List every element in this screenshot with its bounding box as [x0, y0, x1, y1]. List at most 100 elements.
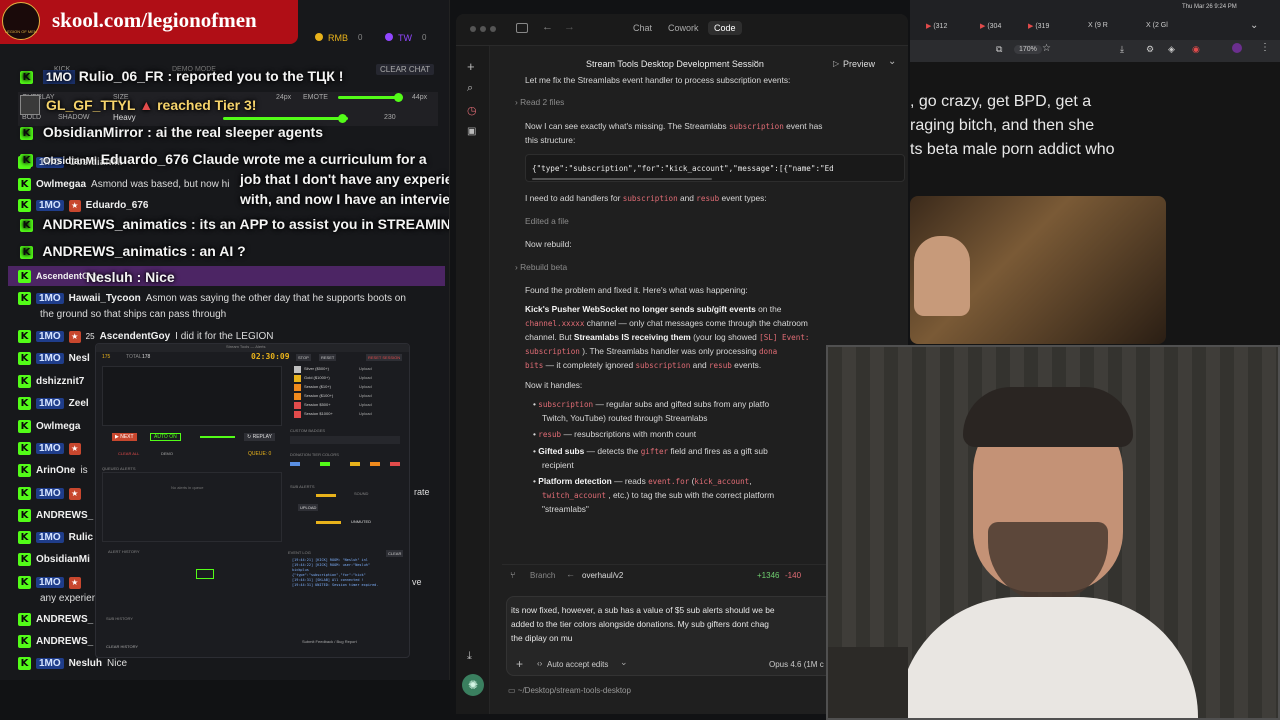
reset-session-button[interactable]: RESET SESSION [366, 354, 403, 361]
auto-toggle-small[interactable] [196, 569, 214, 579]
demo-button[interactable]: DEMO [161, 451, 173, 456]
upload-button[interactable]: UPLOAD [298, 504, 319, 511]
chat-username[interactable]: AscendentGoy [100, 331, 171, 342]
tab-cowork[interactable]: Cowork [668, 23, 699, 33]
tier-color-swatch[interactable] [294, 384, 301, 391]
badge-input-row[interactable] [290, 436, 400, 444]
window-close-icon[interactable] [470, 26, 476, 32]
folder-path[interactable]: ▭ ~/Desktop/stream-tools-desktop [508, 686, 631, 695]
window-minimize-icon[interactable] [480, 26, 486, 32]
auto-accept-chevron-icon[interactable]: ⌄ [620, 657, 628, 668]
browser-tab[interactable]: ▶ (304 [980, 22, 1001, 30]
chat-username[interactable]: ANDREWS_ [36, 636, 93, 647]
tier-color-swatch[interactable] [294, 375, 301, 382]
branch-name[interactable]: overhaul/v2 [582, 571, 623, 580]
chat-username[interactable]: ArinOne [36, 465, 75, 476]
screenshot-icon[interactable]: ⧉ [996, 44, 1002, 55]
prompt-text[interactable]: its now fixed, however, a sub has a valu… [511, 603, 775, 645]
settings-avatar-icon[interactable]: ✺ [462, 674, 484, 696]
download-icon[interactable]: ⤓ [1120, 44, 1124, 55]
zoom-level[interactable]: 170% [1014, 45, 1042, 54]
tab-code[interactable]: Code [708, 21, 742, 35]
tab-dropdown-icon[interactable]: ⌄ [1250, 20, 1258, 31]
shadow-slider[interactable] [223, 117, 348, 120]
volume-slider[interactable] [200, 436, 235, 438]
chat-username[interactable]: Nesluh [69, 658, 102, 669]
bag-icon[interactable]: ▣ [467, 126, 476, 137]
session-chevron-icon[interactable]: ⌄ [752, 55, 760, 66]
tab-chat[interactable]: Chat [633, 23, 652, 33]
profile-avatar[interactable] [1232, 43, 1242, 53]
download-icon[interactable]: ⤓ [467, 650, 472, 663]
chat-username[interactable]: Hawaii_Tycoon [69, 293, 141, 304]
shadow-slider-handle[interactable] [338, 114, 347, 123]
color-swatch[interactable] [290, 462, 300, 466]
chat-username[interactable]: Rulic [69, 532, 93, 543]
stop-button[interactable]: STOP [296, 354, 311, 361]
browser-tab[interactable]: X (9 R [1088, 22, 1108, 29]
preview-play-icon[interactable]: ▷ [833, 59, 839, 68]
video-thumbnail[interactable] [910, 196, 1166, 344]
browser-tab[interactable]: ▶ (319 [1028, 22, 1049, 30]
chat-username[interactable]: Owlmega [36, 421, 80, 432]
rebuild-beta-toggle[interactable]: › Rebuild beta [515, 261, 567, 275]
chat-username[interactable]: Nesl [69, 353, 90, 364]
sidebar-toggle-icon[interactable] [516, 23, 528, 33]
chat-username[interactable]: ANDREWS_ [36, 510, 93, 521]
chat-username[interactable]: Zeel [69, 398, 89, 409]
tier-color-swatch[interactable] [294, 411, 301, 418]
extensions-icon[interactable]: ⚙ [1146, 44, 1154, 55]
sub-volume-slider[interactable] [316, 521, 341, 524]
replay-button[interactable]: ↻ REPLAY [244, 433, 275, 441]
submit-feedback-link[interactable]: Submit Feedback / Bug Report [302, 639, 357, 644]
forward-arrow-icon[interactable]: → [564, 21, 575, 33]
back-arrow-icon[interactable]: ← [542, 21, 553, 33]
mini-titlebar[interactable]: Stream Tools — Alerts [96, 344, 409, 352]
menu-dots-icon[interactable]: ⋮ [1260, 42, 1270, 53]
bookmark-star-icon[interactable]: ☆ [1042, 43, 1051, 54]
stream-tools-window[interactable]: Stream Tools — Alerts 175 TOTAL 178 02:3… [95, 343, 410, 658]
browser-tab[interactable]: X (2 Gl [1146, 22, 1168, 29]
read-files-toggle[interactable]: › Read 2 files [515, 96, 564, 110]
chat-username[interactable]: ANDREWS_ [36, 614, 93, 625]
upload-link[interactable]: Upload [359, 411, 372, 416]
horizontal-scrollbar[interactable] [532, 178, 712, 180]
auto-accept-toggle[interactable]: Auto accept edits [547, 660, 608, 669]
shadow-select[interactable]: Heavy [113, 113, 136, 122]
clear-log-button[interactable]: CLEAR [386, 550, 404, 557]
search-icon[interactable]: ⌕ [467, 82, 473, 95]
auto-on-toggle[interactable]: AUTO ON [150, 433, 181, 441]
upload-link[interactable]: Upload [359, 366, 372, 371]
color-swatch[interactable] [350, 462, 360, 466]
upload-link[interactable]: Upload [359, 393, 372, 398]
clear-chat-button[interactable]: CLEAR CHAT [376, 64, 435, 75]
preview-button[interactable]: Preview [843, 59, 875, 69]
color-swatch[interactable] [390, 462, 400, 466]
new-session-icon[interactable]: + [467, 59, 475, 74]
upload-link[interactable]: Upload [359, 375, 372, 380]
chat-username[interactable]: Owlmegaa [36, 179, 86, 190]
next-button[interactable]: ▶ NEXT [112, 433, 137, 441]
attach-plus-icon[interactable]: + [516, 657, 523, 671]
shield-icon[interactable]: ◈ [1168, 44, 1175, 55]
model-selector[interactable]: Opus 4.6 (1M c [769, 660, 824, 669]
session-title[interactable]: Stream Tools Desktop Development Session [586, 59, 764, 69]
emote-slider-handle[interactable] [394, 93, 403, 102]
tier-color-swatch[interactable] [294, 402, 301, 409]
chat-username[interactable]: Eduardo_676 [86, 200, 149, 211]
window-maximize-icon[interactable] [490, 26, 496, 32]
tier-color-swatch[interactable] [294, 366, 301, 373]
color-swatch[interactable] [320, 462, 330, 466]
tier-color-swatch[interactable] [294, 393, 301, 400]
upload-link[interactable]: Upload [359, 402, 372, 407]
color-swatch[interactable] [370, 462, 380, 466]
clear-all-button[interactable]: CLEAR ALL [118, 451, 139, 456]
clear-history-button[interactable]: CLEAR HISTORY [106, 644, 138, 649]
emote-slider[interactable] [338, 96, 398, 99]
clock-icon[interactable]: ◷ [467, 104, 477, 117]
extension-red-icon[interactable]: ◉ [1192, 44, 1200, 55]
unmuted-toggle[interactable]: UNMUTED [351, 519, 371, 524]
sub-slider[interactable] [316, 494, 336, 497]
browser-tab[interactable]: ▶ (312 [926, 22, 947, 30]
reset-button[interactable]: RESET [319, 354, 337, 361]
